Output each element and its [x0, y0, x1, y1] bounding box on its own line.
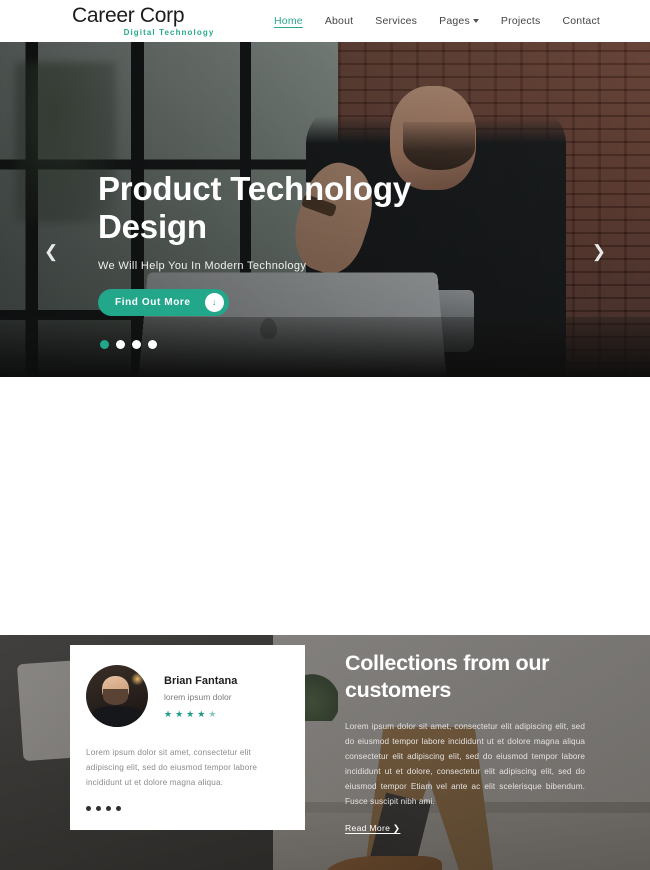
site-header: Career Corp Digital Technology Home Abou…	[0, 0, 650, 42]
testimonial-card: Brian Fantana lorem ipsum dolor ★ ★ ★ ★ …	[70, 645, 305, 830]
nav-item-projects[interactable]: Projects	[501, 15, 541, 27]
main-navigation: Home About Services Pages Projects Conta…	[274, 15, 600, 27]
avatar-body	[92, 705, 142, 727]
carousel-dot-4[interactable]	[148, 340, 157, 349]
testimonial-header: Brian Fantana lorem ipsum dolor ★ ★ ★ ★ …	[70, 645, 305, 727]
nav-item-contact[interactable]: Contact	[562, 15, 600, 27]
brand-logo[interactable]: Career Corp Digital Technology	[72, 4, 252, 38]
star-icon-2: ★	[175, 708, 184, 719]
star-icon-4: ★	[197, 708, 206, 719]
read-more-label: Read More	[345, 823, 391, 833]
avatar-beard	[103, 688, 129, 705]
avatar	[86, 665, 148, 727]
nav-item-services[interactable]: Services	[375, 15, 417, 27]
testimonial-meta: Brian Fantana lorem ipsum dolor ★ ★ ★ ★ …	[164, 673, 237, 720]
collections-title: Collections from our customers	[345, 651, 550, 702]
testimonial-name: Brian Fantana	[164, 674, 238, 687]
star-icon-3: ★	[186, 708, 195, 719]
welcome-section: Welcome To Career Corp lorem ipsum dolor…	[0, 377, 650, 870]
testimonial-dot-3[interactable]	[106, 806, 111, 811]
hero-content: Product Technology Design We Will Help Y…	[98, 170, 528, 316]
nav-item-about[interactable]: About	[325, 15, 353, 27]
testimonial-role: lorem ipsum dolor	[164, 691, 232, 702]
testimonial-carousel-dots	[70, 790, 305, 811]
testimonial-dot-4[interactable]	[116, 806, 121, 811]
nav-label-pages: Pages	[439, 15, 470, 27]
find-out-more-button[interactable]: Find Out More ↓	[98, 289, 229, 316]
brand-title: Career Corp	[72, 4, 185, 27]
testimonial-dot-2[interactable]	[96, 806, 101, 811]
carousel-dot-2[interactable]	[116, 340, 125, 349]
nav-item-pages[interactable]: Pages	[439, 15, 479, 27]
read-more-link[interactable]: Read More ❯	[345, 823, 400, 834]
carousel-dot-3[interactable]	[132, 340, 141, 349]
nav-label-about: About	[324, 15, 354, 27]
rating-stars: ★ ★ ★ ★ ★	[164, 709, 237, 720]
testimonial-quote: Lorem ipsum dolor sit amet, consectetur …	[86, 748, 258, 787]
hero-carousel: ❮ ❯ Product Technology Design We Will He…	[0, 42, 650, 377]
chevron-down-icon	[472, 19, 479, 24]
nav-item-home[interactable]: Home	[274, 15, 303, 27]
nav-label-projects: Projects	[500, 15, 541, 27]
find-out-more-label: Find Out More	[115, 297, 191, 308]
nav-label-home: Home	[274, 15, 303, 27]
star-icon-5-half: ★	[208, 708, 217, 719]
hero-subtitle: We Will Help You In Modern Technology	[98, 260, 307, 272]
carousel-prev-arrow[interactable]: ❮	[44, 242, 58, 262]
carousel-next-arrow[interactable]: ❯	[592, 242, 606, 262]
collections-text-column: Collections from our customers Lorem ips…	[345, 650, 585, 836]
brand-subtitle: Digital Technology	[123, 28, 215, 37]
arrow-down-icon: ↓	[204, 293, 224, 312]
nav-label-services: Services	[375, 15, 418, 27]
carousel-dots	[100, 340, 157, 349]
testimonial-dot-1[interactable]	[86, 806, 91, 811]
hero-title: Product Technology Design	[98, 170, 411, 245]
carousel-dot-1[interactable]	[100, 340, 109, 349]
avatar-bokeh	[130, 672, 145, 687]
nav-label-contact: Contact	[562, 15, 601, 27]
collections-body-text: Lorem ipsum dolor sit amet, consectetur …	[345, 722, 585, 806]
star-icon-1: ★	[164, 708, 173, 719]
